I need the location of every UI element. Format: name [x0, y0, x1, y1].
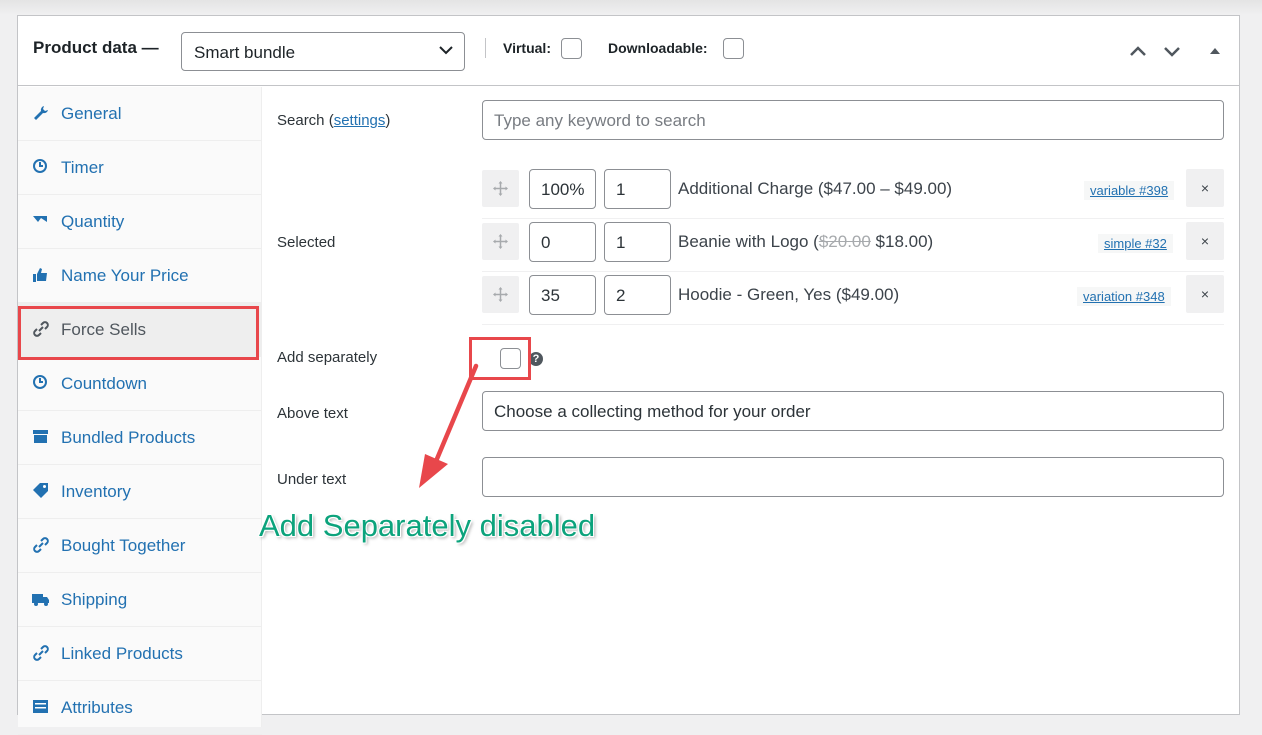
chart-icon	[33, 216, 47, 222]
selected-product-row: 35 2 Hoodie - Green, Yes ($49.00) variat…	[482, 273, 1224, 325]
list-icon	[33, 700, 48, 713]
downloadable-checkbox[interactable]	[723, 38, 744, 59]
wrench-icon	[34, 106, 48, 120]
drag-handle-icon[interactable]	[482, 170, 519, 207]
discount-input[interactable]: 35	[529, 275, 596, 315]
annotation-arrow-icon	[419, 363, 479, 488]
tab-label: General	[61, 104, 122, 123]
drag-handle-icon[interactable]	[482, 223, 519, 260]
drag-handle-icon[interactable]	[482, 276, 519, 313]
selected-label: Selected	[277, 234, 336, 251]
settings-link[interactable]: settings	[334, 112, 386, 129]
help-icon[interactable]: ?	[529, 352, 543, 366]
tab-linked-products[interactable]: Linked Products	[18, 627, 262, 681]
quantity-input[interactable]: 1	[604, 222, 671, 262]
under-text-input[interactable]	[482, 457, 1224, 497]
product-type-link[interactable]: variation #348	[1077, 287, 1171, 306]
above-text-label: Above text	[277, 405, 348, 422]
product-name-text: Beanie with Logo (	[678, 232, 819, 251]
search-label: Search (settings)	[277, 112, 390, 129]
product-data-tabs: General Timer Quantity Name Your Price F…	[18, 87, 262, 735]
tag-icon	[33, 483, 48, 498]
above-text-input[interactable]: Choose a collecting method for your orde…	[482, 391, 1224, 431]
product-type-value: Smart bundle	[194, 43, 296, 62]
tab-label: Bundled Products	[61, 428, 196, 447]
tab-label: Timer	[61, 158, 104, 177]
panel-title: Product data —	[33, 38, 159, 57]
search-input[interactable]: Type any keyword to search	[482, 100, 1224, 140]
truck-icon	[32, 594, 49, 606]
search-label-text: Search (	[277, 112, 334, 129]
tab-name-your-price[interactable]: Name Your Price	[18, 249, 262, 303]
chevron-down-icon	[439, 46, 453, 55]
collapse-toggle-icon[interactable]	[1204, 40, 1226, 62]
tab-shipping[interactable]: Shipping	[18, 573, 262, 627]
selected-product-row: 100% 1 Additional Charge ($47.00 – $49.0…	[482, 167, 1224, 219]
downloadable-label: Downloadable:	[608, 40, 708, 56]
add-separately-label: Add separately	[277, 349, 378, 366]
virtual-checkbox[interactable]	[561, 38, 582, 59]
tab-bought-together[interactable]: Bought Together	[18, 519, 262, 573]
discount-input[interactable]: 100%	[529, 169, 596, 209]
thumbs-up-icon	[33, 268, 47, 282]
tab-label: Countdown	[61, 374, 148, 393]
tab-countdown[interactable]: Countdown	[18, 357, 262, 411]
clock-icon	[33, 159, 47, 173]
product-type-select[interactable]: Smart bundle	[181, 32, 465, 71]
tab-label: Inventory	[61, 482, 131, 501]
tab-label: Name Your Price	[61, 266, 189, 285]
tab-label: Attributes	[61, 698, 133, 717]
quantity-input[interactable]: 2	[604, 275, 671, 315]
quantity-input[interactable]: 1	[604, 169, 671, 209]
product-data-header: Product data — Smart bundle Virtual: Dow…	[18, 16, 1239, 86]
header-divider	[485, 38, 486, 58]
product-name: Hoodie - Green, Yes ($49.00)	[678, 285, 900, 304]
tab-quantity[interactable]: Quantity	[18, 195, 262, 249]
product-type-link[interactable]: simple #32	[1098, 234, 1173, 253]
discount-input[interactable]: 0	[529, 222, 596, 262]
product-type-link[interactable]: variable #398	[1084, 181, 1175, 200]
tab-label: Shipping	[61, 590, 128, 609]
tab-label: Linked Products	[61, 644, 183, 663]
clock-icon	[33, 375, 47, 389]
product-old-price: $20.00	[818, 232, 871, 251]
move-down-icon[interactable]	[1161, 40, 1183, 62]
archive-icon	[33, 430, 48, 443]
search-label-end: )	[385, 112, 391, 129]
tab-inventory[interactable]: Inventory	[18, 465, 262, 519]
move-up-icon[interactable]	[1127, 40, 1149, 62]
force-sells-highlight	[18, 306, 259, 360]
link-icon	[33, 645, 49, 661]
tab-general[interactable]: General	[18, 87, 262, 141]
remove-product-button[interactable]: ×	[1186, 275, 1224, 313]
product-name: Additional Charge ($47.00 – $49.00)	[678, 179, 953, 198]
remove-product-button[interactable]: ×	[1186, 222, 1224, 260]
selected-product-row: 0 1 Beanie with Logo ($20.00 $18.00) sim…	[482, 220, 1224, 272]
virtual-label: Virtual:	[503, 40, 551, 56]
tab-attributes[interactable]: Attributes	[18, 681, 262, 735]
product-new-price: $18.00)	[870, 232, 934, 251]
tab-bundled-products[interactable]: Bundled Products	[18, 411, 262, 465]
tab-timer[interactable]: Timer	[18, 141, 262, 195]
remove-product-button[interactable]: ×	[1186, 169, 1224, 207]
annotation-caption: Add Separately disabled	[259, 508, 596, 543]
product-name: Beanie with Logo ($20.00 $18.00)	[678, 232, 933, 252]
product-data-panel: Product data — Smart bundle Virtual: Dow…	[17, 15, 1240, 735]
tab-label: Bought Together	[61, 536, 186, 555]
tab-label: Quantity	[61, 212, 125, 231]
link-icon	[33, 537, 49, 553]
page-background-top	[0, 0, 1262, 15]
under-text-label: Under text	[277, 471, 347, 488]
